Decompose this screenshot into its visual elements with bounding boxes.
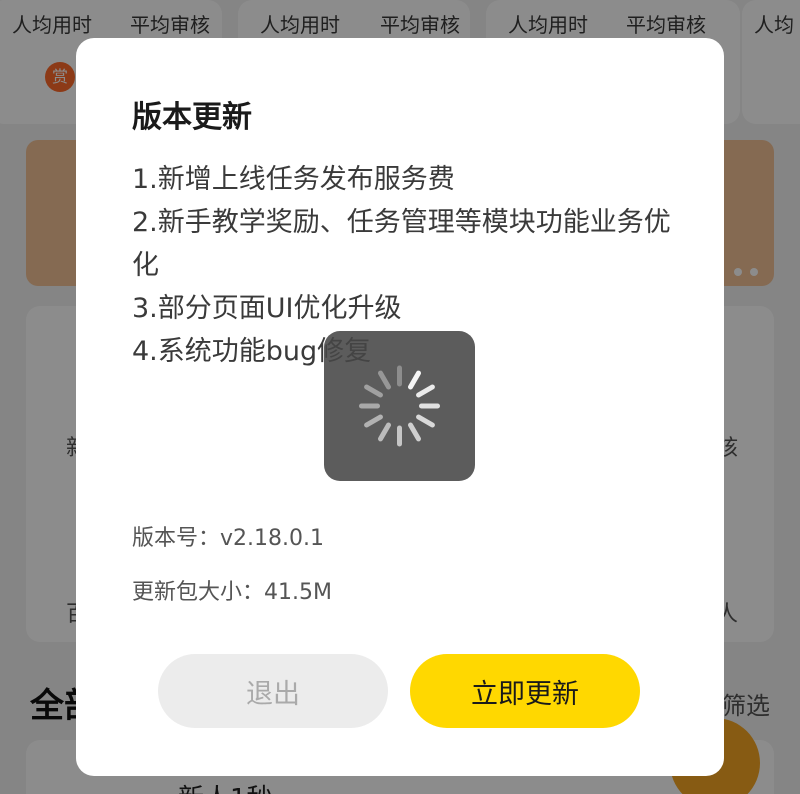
exit-button[interactable]: 退出	[158, 654, 388, 728]
dialog-title: 版本更新	[132, 100, 252, 135]
release-note-item: 2.新手教学奖励、任务管理等模块功能业务优化	[132, 207, 671, 281]
version-label: 版本号：v2.18.0.1	[132, 526, 324, 551]
release-note-item: 1.新增上线任务发布服务费	[132, 164, 455, 195]
spinner-spoke	[378, 370, 391, 390]
spinner-spoke	[364, 414, 383, 428]
spinner-spoke	[408, 370, 421, 390]
loading-toast	[324, 331, 475, 481]
spinner-spoke	[416, 414, 435, 428]
release-note-item: 3.部分页面UI优化升级	[132, 293, 402, 324]
spinner-icon	[359, 365, 440, 447]
update-now-button[interactable]: 立即更新	[410, 654, 640, 728]
spinner-spoke	[416, 384, 435, 398]
spinner-spoke	[364, 384, 383, 398]
spinner-spoke	[378, 422, 391, 442]
spinner-spoke	[408, 422, 421, 442]
package-size-label: 更新包大小：41.5M	[132, 580, 332, 605]
